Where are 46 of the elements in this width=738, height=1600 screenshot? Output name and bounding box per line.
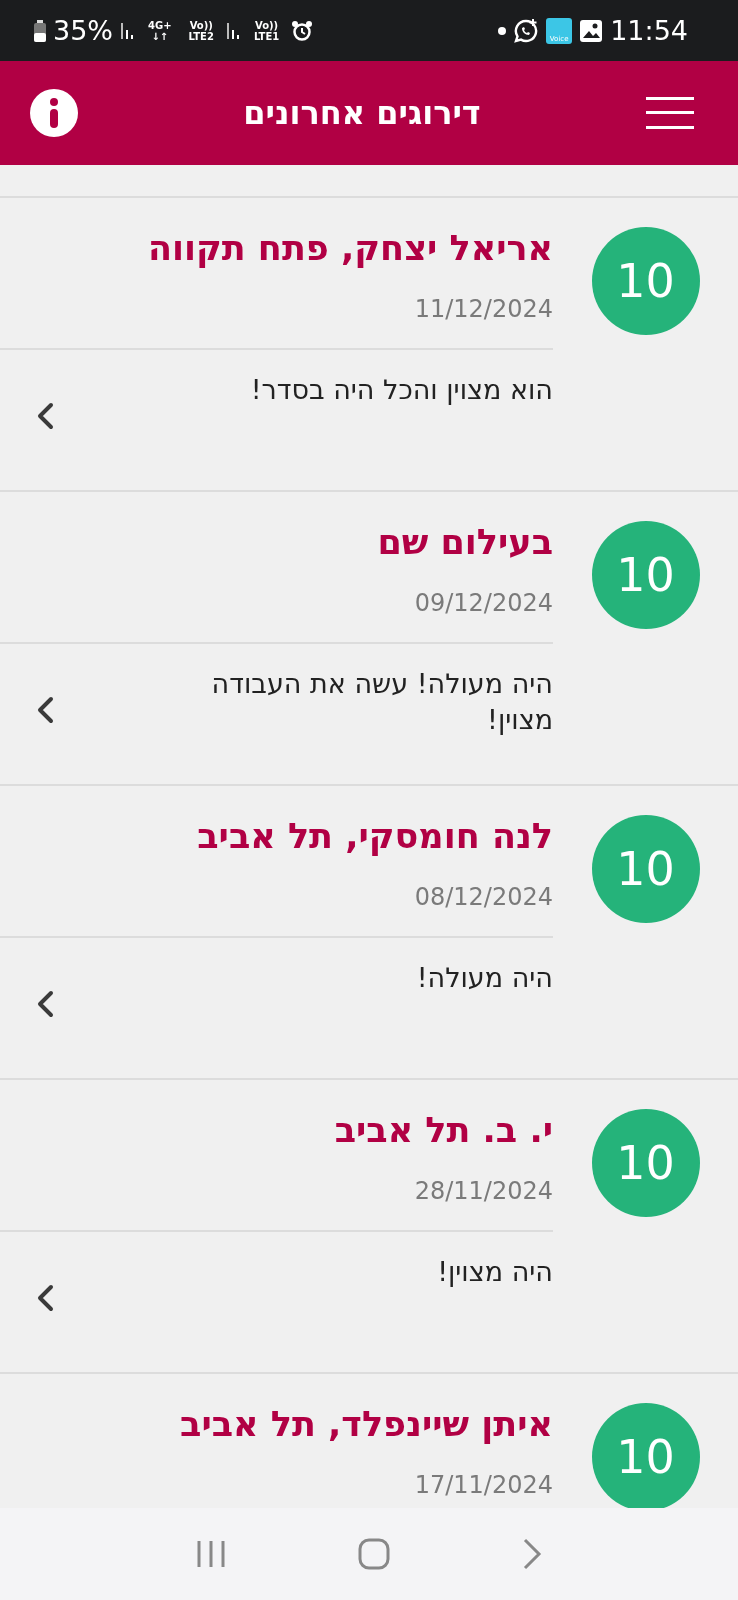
alarm-clock-icon [291, 19, 314, 42]
menu-button[interactable] [646, 97, 694, 129]
review-comment: היה מצוין! [436, 1255, 553, 1289]
notification-dot-icon [498, 26, 507, 35]
info-button[interactable] [30, 89, 78, 137]
review-comment: הוא מצוין והכל היה בסדר! [249, 373, 553, 407]
signal-icon [225, 20, 242, 41]
reviewer-name: לנה חומסקי, תל אביב [196, 815, 553, 858]
chevron-left-icon[interactable] [36, 402, 54, 430]
reviewer-name: אריאל יצחק, פתח תקווה [146, 227, 553, 270]
back-button[interactable] [522, 1538, 542, 1570]
review-date: 08/12/2024 [413, 882, 553, 912]
review-comment: היה מעולה! עשה את העבודה מצוין! [210, 667, 553, 737]
score-badge: 10 [591, 815, 700, 923]
recent-apps-icon [196, 1539, 226, 1569]
battery-percent: 35% [53, 15, 113, 46]
review-comment: היה מעולה! [415, 961, 553, 995]
chevron-left-icon[interactable] [36, 990, 54, 1018]
back-icon [522, 1538, 542, 1570]
chat-bubble-icon [513, 17, 540, 44]
screen-title: דירוגים אחרונים [243, 94, 481, 132]
recent-apps-button[interactable] [196, 1539, 226, 1569]
reviewer-name: י. ב. תל אביב [333, 1109, 553, 1152]
review-date: 17/11/2024 [413, 1470, 553, 1500]
chevron-left-icon[interactable] [36, 1284, 54, 1312]
battery-icon [34, 19, 46, 42]
chevron-left-icon[interactable] [36, 696, 54, 724]
clock-time: 11:54 [610, 15, 688, 46]
review-date: 09/12/2024 [413, 588, 553, 618]
network-label: Vo)) LTE2 [188, 19, 214, 42]
score-badge: 10 [591, 1109, 700, 1217]
review-date: 11/12/2024 [413, 294, 553, 324]
home-button[interactable] [358, 1538, 390, 1570]
image-icon [579, 18, 604, 43]
info-icon [30, 89, 78, 137]
home-icon [358, 1538, 390, 1570]
score-badge: 10 [591, 521, 700, 629]
network-label: Vo)) LTE1 [253, 19, 280, 42]
score-badge: 10 [591, 1403, 700, 1508]
reviewer-name: בעילום שם [376, 521, 553, 564]
score-badge: 10 [591, 227, 700, 335]
signal-icon [120, 20, 136, 41]
reviewer-name: איתן שיינפלד, תל אביב [179, 1403, 553, 1446]
review-date: 28/11/2024 [413, 1176, 553, 1206]
network-label: 4G+ ↓↑ [148, 19, 172, 42]
menu-icon [646, 97, 694, 129]
